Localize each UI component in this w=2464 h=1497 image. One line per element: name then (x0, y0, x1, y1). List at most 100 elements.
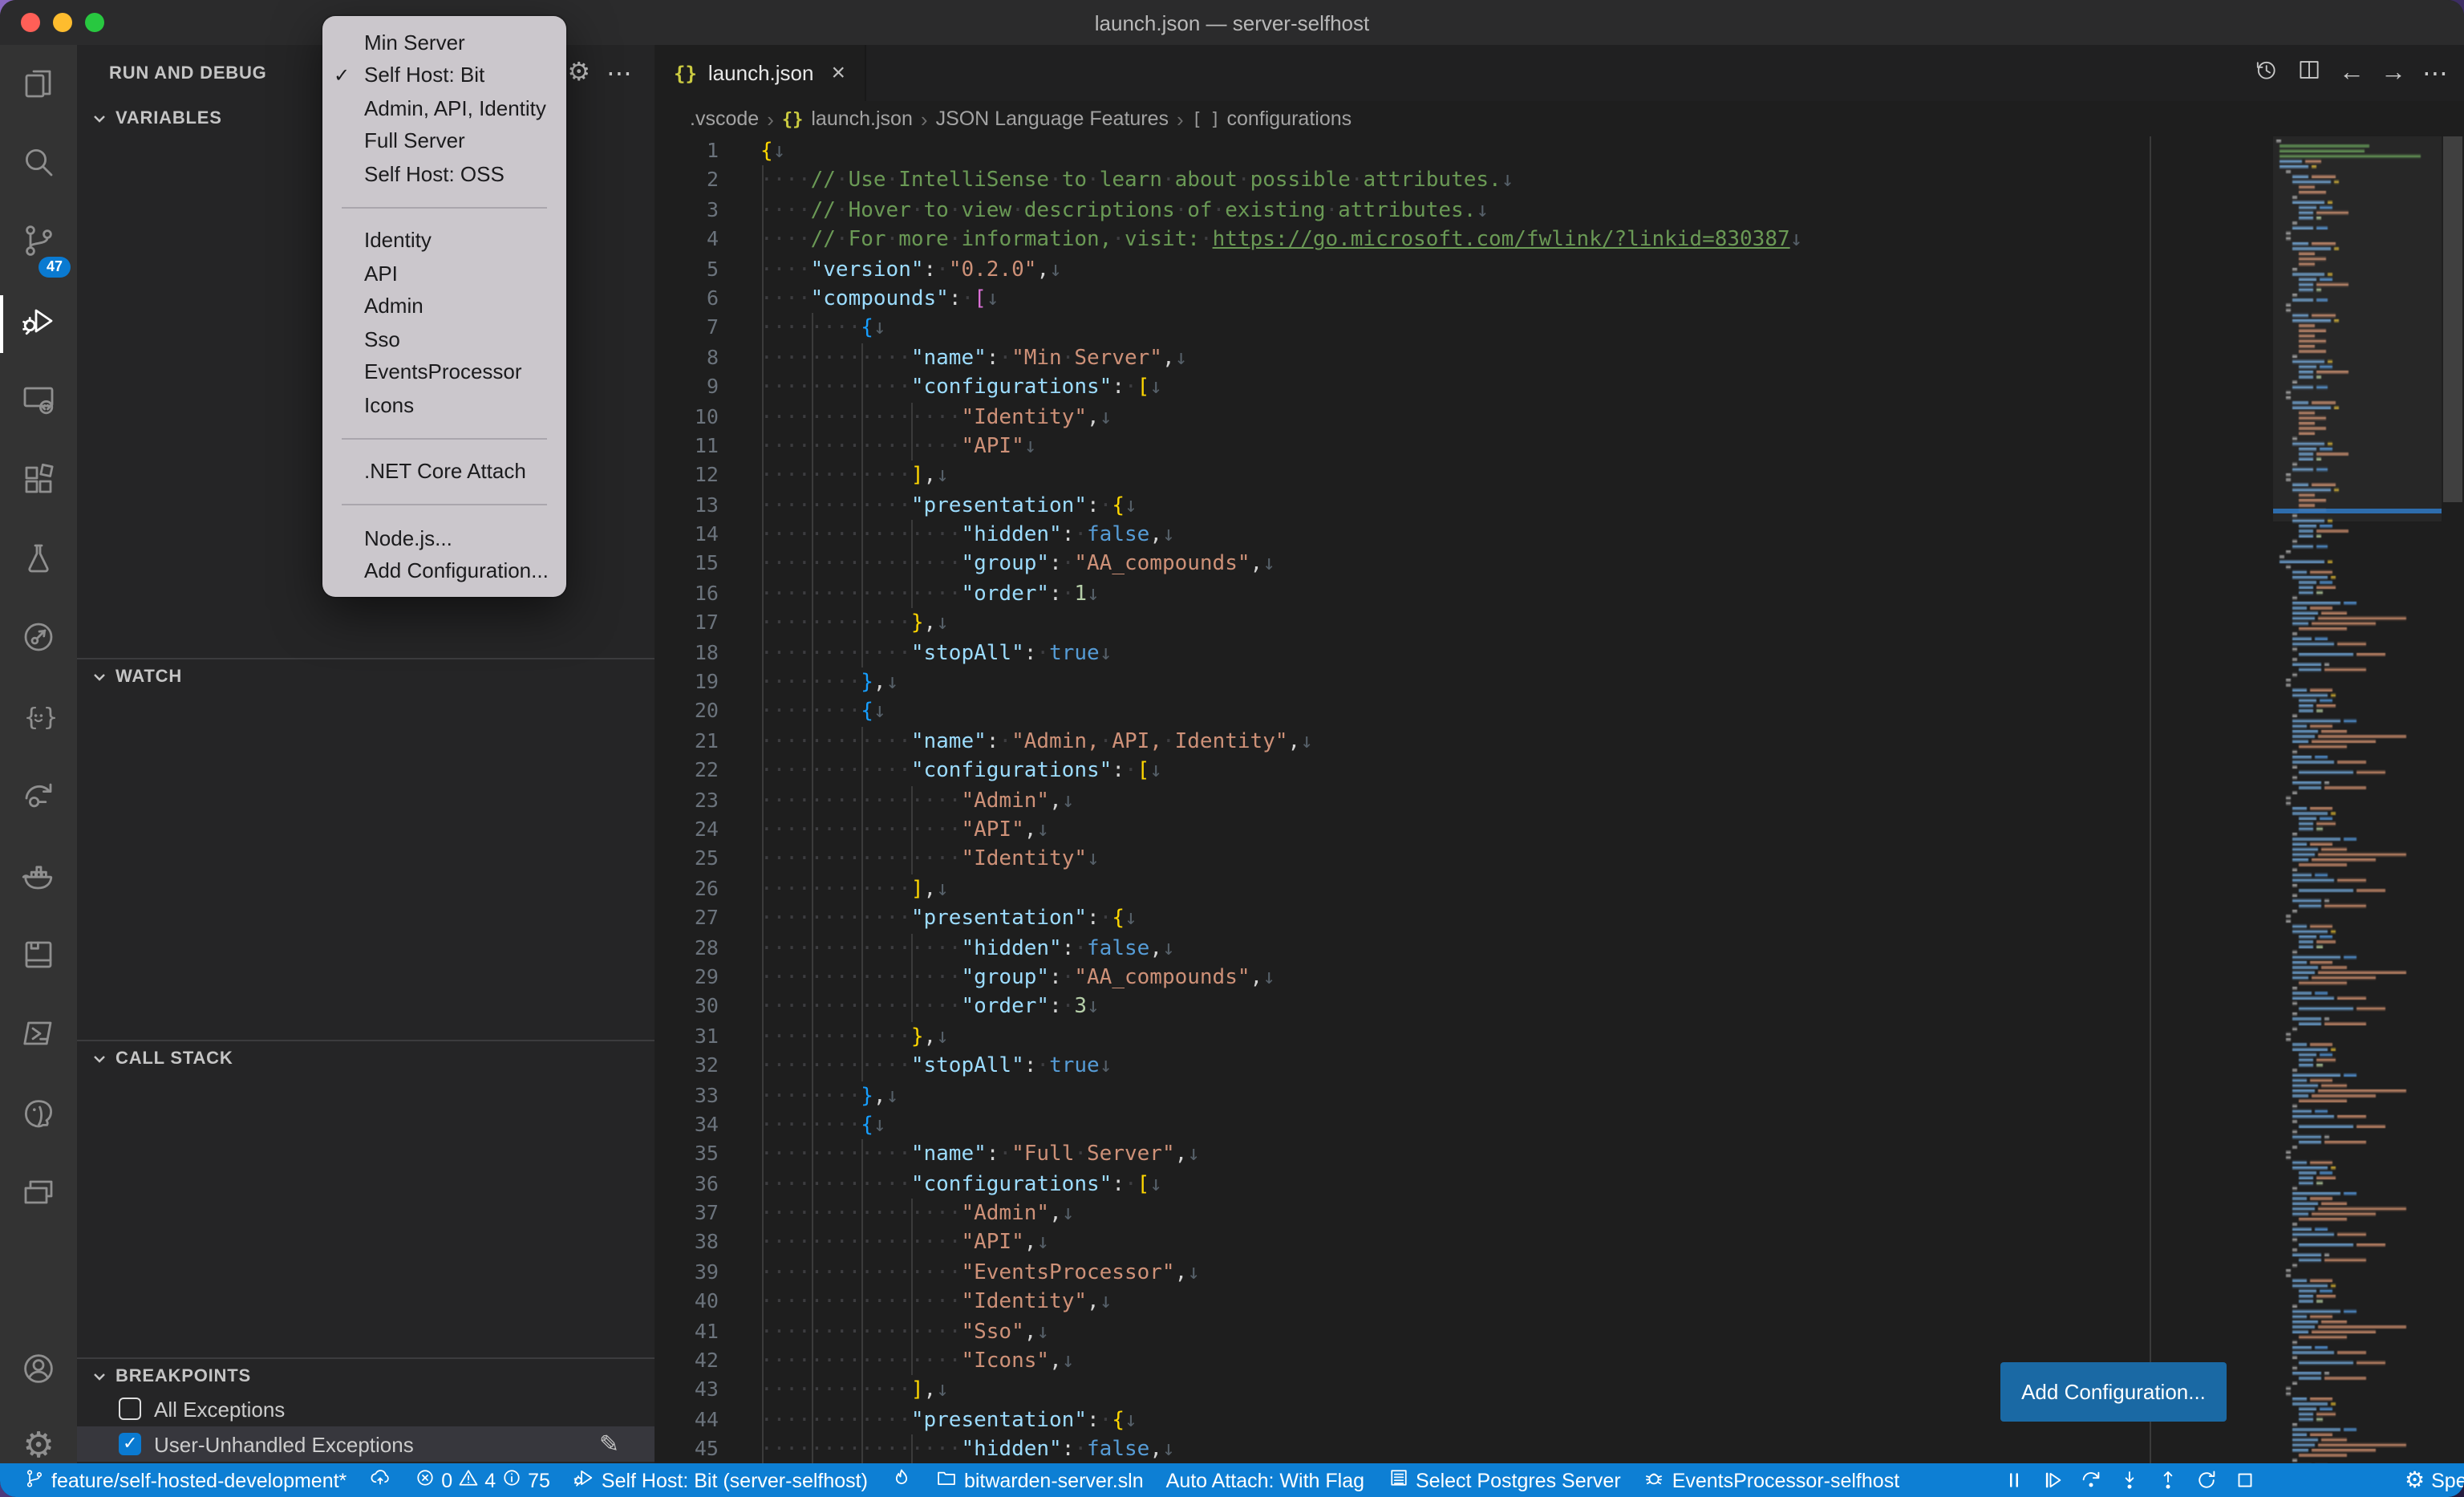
status-item-spell-checker[interactable]: ⚙Spell (2393, 1467, 2464, 1494)
code-line[interactable]: 1{↓ (654, 136, 2273, 166)
add-configuration-button[interactable]: Add Configuration... (2000, 1362, 2227, 1422)
window-layouts-activity-item[interactable] (0, 1158, 77, 1235)
code-line[interactable]: 20········{↓ (654, 697, 2273, 727)
breadcrumb-item[interactable]: .vscode (690, 108, 759, 130)
status-item-self-host-bit-server-selfhost-[interactable]: Self Host: Bit (server-selfhost) (561, 1467, 879, 1494)
editor-scrollbar[interactable] (2442, 136, 2464, 1463)
remote-explorer-activity-item[interactable] (0, 365, 77, 442)
code-line[interactable]: 8············"name":·"Min·Server",↓ (654, 343, 2273, 372)
pause-icon[interactable] (2002, 1468, 2026, 1492)
status-item-auto-attach-with-flag[interactable]: Auto Attach: With Flag (1155, 1469, 1376, 1491)
code-line[interactable]: 34········{↓ (654, 1110, 2273, 1140)
json-face-activity-item[interactable]: {} (0, 682, 77, 759)
step-into-icon[interactable] (2118, 1468, 2142, 1492)
code-line[interactable]: 21············"name":·"Admin,·API,·Ident… (654, 727, 2273, 757)
tab-close-icon[interactable]: × (831, 59, 845, 87)
run-and-debug-activity-item[interactable] (0, 286, 77, 363)
search-activity-item[interactable] (0, 128, 77, 205)
edit-pencil-icon[interactable]: ✎ (599, 1430, 619, 1458)
share-circle-activity-item[interactable] (0, 603, 77, 680)
breadcrumb-item[interactable]: JSON Language Features (936, 108, 1169, 130)
code-line[interactable]: 38················"API",↓ (654, 1228, 2273, 1258)
code-line[interactable]: 18············"stopAll":·true↓ (654, 638, 2273, 667)
code-line[interactable]: 33········},↓ (654, 1081, 2273, 1110)
menu-item-node-js-[interactable]: Node.js... (322, 521, 566, 554)
code-line[interactable]: 10················"Identity",↓ (654, 402, 2273, 432)
code-line[interactable]: 27············"presentation":·{↓ (654, 903, 2273, 933)
code-line[interactable]: 4····//·For·more·information,·visit:·htt… (654, 225, 2273, 254)
accounts-activity-item[interactable] (0, 1333, 77, 1410)
code-editor[interactable]: 1{↓2····//·Use·IntelliSense·to·learn·abo… (654, 136, 2273, 1463)
problems-status-item[interactable]: 0475 (403, 1467, 561, 1494)
menu-item-icons[interactable]: Icons (322, 388, 566, 421)
remote-tunnels-activity-item[interactable] (0, 761, 77, 838)
minimap-slider[interactable] (2273, 136, 2442, 521)
step-out-icon[interactable] (2156, 1468, 2180, 1492)
code-line[interactable]: 13············"presentation":·{↓ (654, 490, 2273, 520)
code-line[interactable]: 19········},↓ (654, 667, 2273, 697)
menu-item-full-server[interactable]: Full Server (322, 124, 566, 157)
stop-icon[interactable] (2233, 1468, 2257, 1492)
split-editor-icon[interactable] (2296, 55, 2323, 91)
code-line[interactable]: 25················"Identity"↓ (654, 845, 2273, 874)
menu-item-self-host-oss[interactable]: Self Host: OSS (322, 157, 566, 190)
menu-item-add-configuration-[interactable]: Add Configuration... (322, 554, 566, 587)
code-line[interactable]: 23················"Admin",↓ (654, 785, 2273, 815)
breadcrumb-item[interactable]: launch.json (811, 108, 913, 130)
code-line[interactable]: 36············"configurations":·[↓ (654, 1169, 2273, 1199)
code-line[interactable]: 32············"stopAll":·true↓ (654, 1051, 2273, 1081)
code-line[interactable]: 45················"hidden":·false,↓ (654, 1434, 2273, 1463)
code-line[interactable]: 31············},↓ (654, 1021, 2273, 1051)
close-window-button[interactable] (21, 13, 40, 32)
section-header-breakpoints[interactable]: BREAKPOINTS (77, 1357, 654, 1393)
minimize-window-button[interactable] (53, 13, 72, 32)
menu-item-self-host-bit[interactable]: ✓Self Host: Bit (322, 59, 566, 91)
storage-activity-item[interactable] (0, 920, 77, 997)
debug-settings-gear-icon[interactable]: ⚙ (567, 60, 590, 86)
menu-item-min-server[interactable]: Min Server (322, 26, 566, 59)
code-line[interactable]: 40················"Identity",↓ (654, 1287, 2273, 1316)
code-line[interactable]: 12············],↓ (654, 461, 2273, 491)
code-line[interactable]: 2····//·Use·IntelliSense·to·learn·about·… (654, 166, 2273, 196)
code-line[interactable]: 16················"order":·1↓ (654, 579, 2273, 609)
menu-item--net-core-attach[interactable]: .NET Core Attach (322, 455, 566, 488)
more-icon[interactable]: ⋯ (2422, 57, 2448, 89)
checkbox[interactable] (119, 1433, 141, 1455)
code-line[interactable]: 37················"Admin",↓ (654, 1199, 2273, 1228)
menu-item-eventsprocessor[interactable]: EventsProcessor (322, 355, 566, 388)
scrollbar-thumb[interactable] (2443, 136, 2462, 502)
section-header-call-stack[interactable]: CALL STACK (77, 1040, 654, 1075)
history-icon[interactable] (2252, 55, 2280, 91)
code-line[interactable]: 15················"group":·"AA_compounds… (654, 550, 2273, 579)
extensions-activity-item[interactable] (0, 444, 77, 521)
status-item-flame-icon[interactable] (879, 1467, 924, 1494)
zoom-window-button[interactable] (85, 13, 104, 32)
breakpoint-row[interactable]: All Exceptions (77, 1391, 654, 1426)
forward-icon[interactable]: → (2381, 59, 2406, 87)
postgresql-activity-item[interactable] (0, 1078, 77, 1155)
code-line[interactable]: 29················"group":·"AA_compounds… (654, 963, 2273, 992)
tab-launch-json[interactable]: {} launch.json × (654, 45, 866, 101)
status-item-feature-self-hosted-developmen[interactable]: feature/self-hosted-development* (13, 1467, 358, 1493)
source-control-activity-item[interactable]: 47 (0, 207, 77, 284)
code-line[interactable]: 30················"order":·3↓ (654, 992, 2273, 1022)
breadcrumb[interactable]: .vscode›{}launch.json›JSON Language Feat… (654, 101, 2464, 136)
code-line[interactable]: 22············"configurations":·[↓ (654, 756, 2273, 785)
section-header-watch[interactable]: WATCH (77, 658, 654, 693)
menu-item-identity[interactable]: Identity (322, 224, 566, 257)
menu-item-admin-api-identity[interactable]: Admin, API, Identity (322, 91, 566, 124)
docker-activity-item[interactable] (0, 841, 77, 918)
continue-icon[interactable] (2040, 1468, 2065, 1492)
status-item-bitwarden-server-sln[interactable]: bitwarden-server.sln (924, 1467, 1155, 1494)
menu-item-admin[interactable]: Admin (322, 290, 566, 323)
code-line[interactable]: 28················"hidden":·false,↓ (654, 933, 2273, 963)
code-line[interactable]: 3····//·Hover·to·view·descriptions·of·ex… (654, 196, 2273, 225)
code-line[interactable]: 5····"version":·"0.2.0",↓ (654, 254, 2273, 284)
more-actions-icon[interactable]: ⋯ (606, 57, 632, 89)
testing-activity-item[interactable] (0, 524, 77, 601)
code-line[interactable]: 6····"compounds":·[↓ (654, 284, 2273, 314)
code-line[interactable]: 26············],↓ (654, 874, 2273, 904)
code-line[interactable]: 41················"Sso",↓ (654, 1316, 2273, 1346)
code-line[interactable]: 24················"API",↓ (654, 815, 2273, 845)
code-line[interactable]: 17············},↓ (654, 609, 2273, 639)
